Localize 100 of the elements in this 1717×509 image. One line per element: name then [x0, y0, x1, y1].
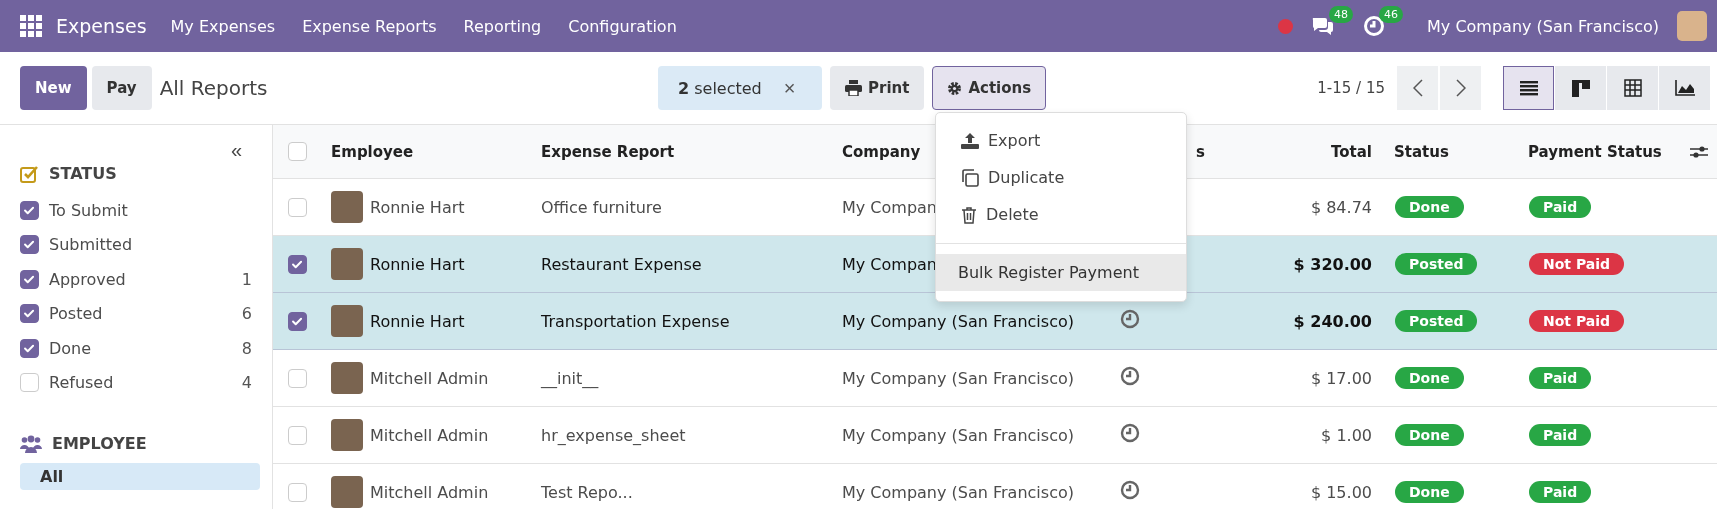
employee-name: Mitchell Admin — [370, 425, 489, 445]
company-name: My Company (San Francisco) — [842, 368, 1074, 388]
filter-label[interactable]: Submitted — [49, 235, 133, 255]
employee-name: Ronnie Hart — [370, 311, 465, 331]
grid-table-icon — [1623, 79, 1642, 97]
status-tag: Posted — [1395, 310, 1478, 332]
total-amount: $ 17.00 — [1309, 368, 1373, 388]
company-name: My Company (San Francisco) — [842, 482, 1074, 502]
status-tag: Done — [1395, 367, 1464, 389]
menu-item[interactable]: My Expenses — [170, 16, 276, 36]
clock-icon[interactable] — [1120, 480, 1140, 500]
print-button[interactable]: Print — [830, 66, 925, 110]
selection-count: 2 selected — [678, 78, 762, 98]
company-switcher[interactable]: My Company (San Francisco) — [1427, 16, 1659, 36]
total-amount: $ 1.00 — [1320, 425, 1373, 445]
filter-label[interactable]: Refused — [49, 373, 114, 393]
view-switch-button[interactable] — [1555, 66, 1606, 110]
checkbox[interactable] — [20, 200, 39, 220]
checkbox[interactable] — [20, 338, 39, 358]
menu-item[interactable]: Reporting — [463, 16, 542, 36]
status-tag: Posted — [1395, 253, 1478, 275]
report-name: Office furniture — [540, 197, 663, 217]
employee-name: Mitchell Admin — [370, 482, 489, 502]
filter-count: 8 — [241, 338, 252, 358]
checkbox[interactable] — [20, 304, 39, 324]
total-amount: $ 84.74 — [1309, 197, 1373, 217]
chevron-right-icon — [1455, 79, 1466, 97]
clock-icon[interactable] — [1120, 309, 1140, 329]
status-dot-icon[interactable] — [1278, 18, 1294, 34]
report-name: Test Repo... — [540, 482, 634, 502]
checkbox-icon — [20, 164, 39, 183]
menu-item[interactable]: Expense Reports — [302, 16, 437, 36]
menu-item[interactable]: Bulk Register Payment — [936, 254, 1186, 291]
checkbox[interactable] — [20, 269, 39, 289]
avatar-placeholder — [331, 191, 363, 223]
employee-name: Mitchell Admin — [370, 368, 489, 388]
avatar-placeholder — [331, 362, 363, 394]
chat-icon[interactable] — [1311, 15, 1336, 37]
status-tag: Done — [1395, 196, 1464, 218]
message-count: 48 — [1329, 6, 1354, 23]
column-header[interactable]: Total — [1260, 142, 1384, 161]
app-name[interactable]: Expenses — [56, 15, 147, 37]
clock-icon[interactable] — [1120, 366, 1140, 386]
new-button[interactable]: New — [20, 66, 87, 110]
settings-sliders-icon[interactable] — [1689, 143, 1708, 160]
filter-label[interactable]: To Submit — [49, 200, 128, 220]
status-tag: Done — [1395, 481, 1464, 503]
total-amount: $ 240.00 — [1292, 311, 1373, 331]
column-header[interactable]: Status — [1384, 142, 1518, 161]
trash-icon — [960, 205, 978, 224]
view-switch-button[interactable] — [1659, 66, 1710, 110]
column-header[interactable]: Expense Report — [531, 142, 832, 161]
payment-status-tag: Paid — [1529, 367, 1592, 389]
pay-button[interactable]: Pay — [91, 66, 152, 110]
list-icon — [1519, 80, 1538, 96]
payment-status-tag: Not Paid — [1529, 253, 1625, 275]
status-tag: Done — [1395, 424, 1464, 446]
breadcrumb: All Reports — [159, 76, 268, 100]
filter-count: 1 — [241, 269, 252, 289]
printer-icon — [845, 80, 862, 96]
collapse-button[interactable]: « — [230, 139, 242, 162]
pager: 1-15 / 15 — [1317, 79, 1385, 97]
avatar-placeholder — [331, 476, 363, 508]
filter-label[interactable]: Posted — [49, 304, 103, 324]
area-chart-icon — [1674, 80, 1695, 96]
menu-item[interactable]: Export — [936, 122, 1186, 159]
menu-item[interactable]: Delete — [936, 196, 1186, 233]
view-switch-button[interactable] — [1607, 66, 1658, 110]
payment-status-tag: Paid — [1529, 481, 1592, 503]
kanban-icon — [1571, 79, 1590, 97]
filter-count: 4 — [241, 373, 252, 393]
menu-item[interactable]: Configuration — [568, 16, 677, 36]
filter-label[interactable]: Done — [49, 338, 92, 358]
payment-status-tag: Paid — [1529, 424, 1592, 446]
apps-grid-icon[interactable] — [20, 15, 42, 37]
payment-status-tag: Paid — [1529, 196, 1592, 218]
avatar-placeholder — [331, 305, 363, 337]
avatar-placeholder — [331, 248, 363, 280]
people-icon — [20, 434, 42, 453]
filter-list-item[interactable]: All — [20, 463, 260, 490]
company-name: My Company (San Francisco) — [842, 425, 1074, 445]
checkbox[interactable] — [287, 254, 307, 274]
clear-selection-button[interactable]: × — [783, 76, 796, 100]
employee-name: Ronnie Hart — [370, 197, 465, 217]
clock-icon[interactable] — [1120, 423, 1140, 443]
checkbox[interactable] — [20, 235, 39, 255]
employee-name: Ronnie Hart — [370, 254, 465, 274]
upload-icon — [960, 131, 980, 150]
activity-count: 46 — [1379, 6, 1404, 23]
column-header[interactable]: Employee — [321, 142, 531, 161]
filter-label[interactable]: Approved — [49, 269, 126, 289]
gear-icon — [947, 80, 963, 96]
checkbox[interactable] — [287, 311, 307, 331]
menu-item[interactable]: Duplicate — [936, 159, 1186, 196]
column-header[interactable]: Payment Status — [1518, 142, 1680, 161]
actions-button[interactable]: Actions — [932, 66, 1047, 110]
view-switch-button[interactable] — [1503, 66, 1554, 110]
filter-count: 6 — [241, 304, 252, 324]
report-name: Restaurant Expense — [540, 254, 703, 274]
section-title: STATUS — [49, 164, 117, 183]
